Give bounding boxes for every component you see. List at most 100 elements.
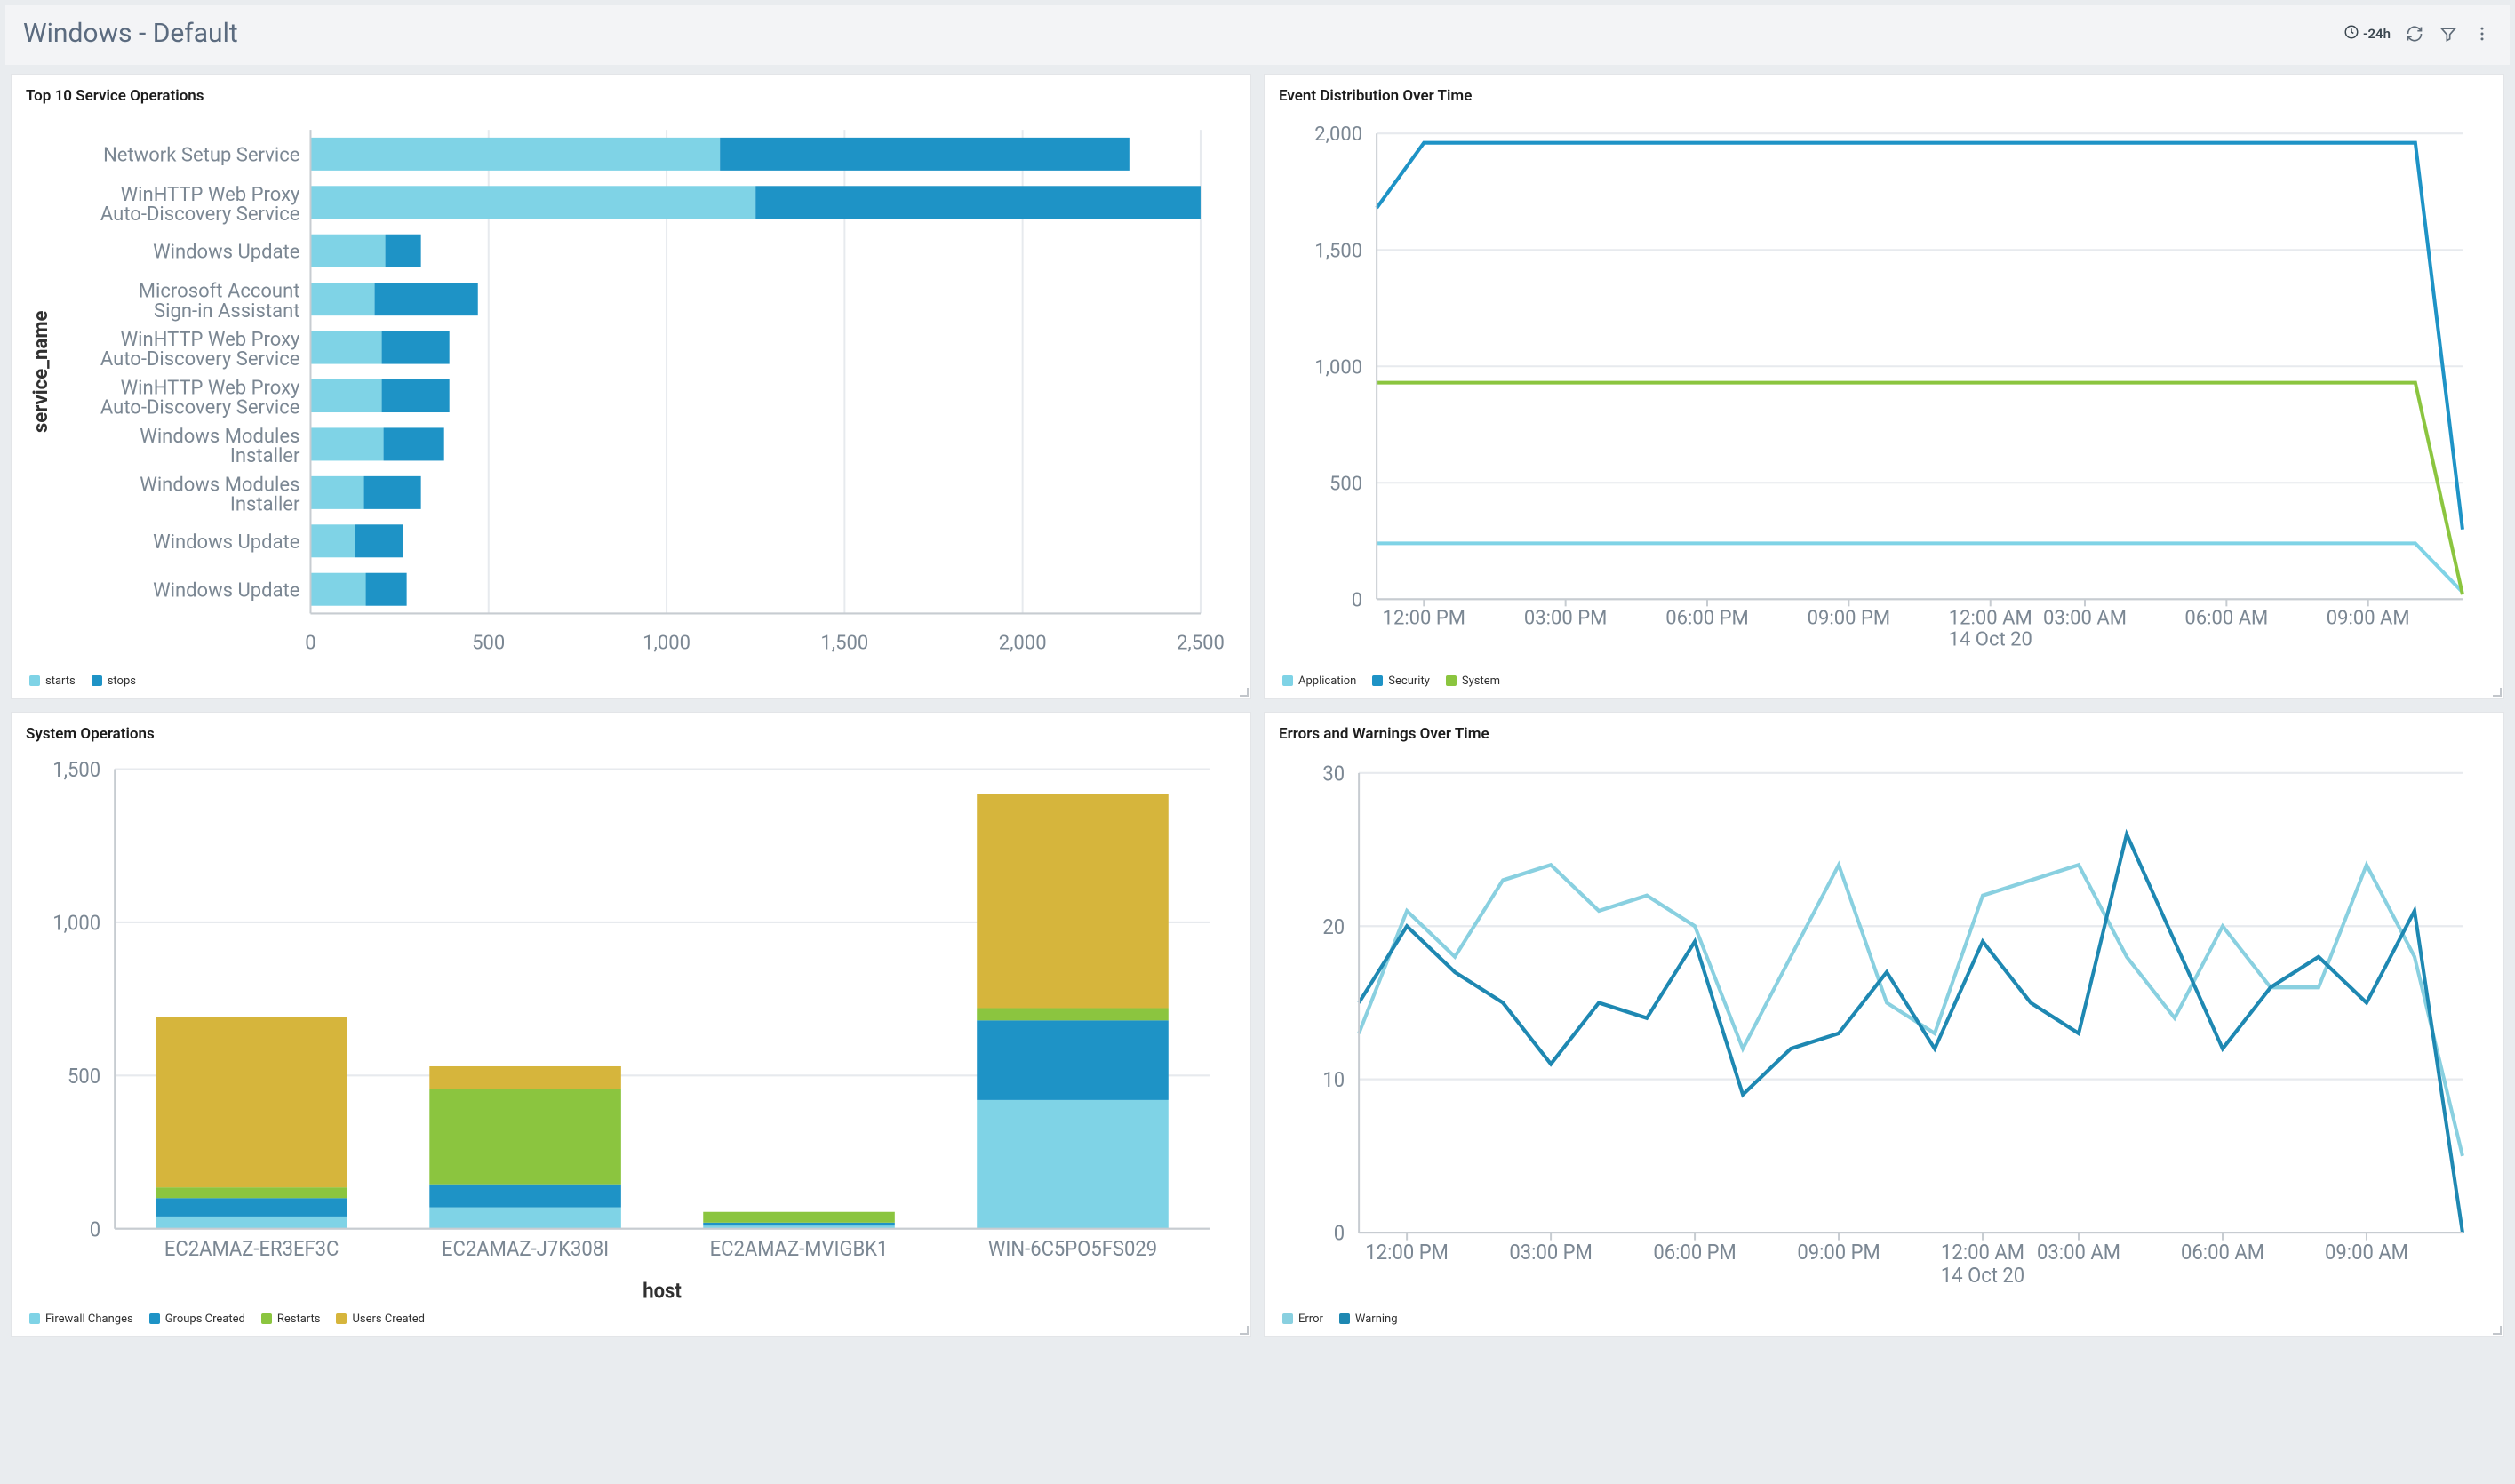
svg-text:03:00 PM: 03:00 PM bbox=[1524, 606, 1607, 629]
svg-text:03:00 AM: 03:00 AM bbox=[2037, 1240, 2120, 1265]
svg-text:Network Setup Service: Network Setup Service bbox=[103, 143, 299, 166]
legend-top-services: starts stops bbox=[26, 667, 1236, 690]
svg-text:500: 500 bbox=[68, 1064, 100, 1089]
svg-text:06:00 AM: 06:00 AM bbox=[2181, 1240, 2264, 1265]
svg-text:Auto-Discovery Service: Auto-Discovery Service bbox=[100, 396, 300, 419]
page-title: Windows - Default bbox=[23, 18, 238, 49]
resize-handle-icon[interactable] bbox=[1240, 688, 1249, 697]
clock-icon bbox=[2343, 24, 2359, 44]
resize-handle-icon[interactable] bbox=[2493, 688, 2502, 697]
swatch-icon bbox=[1339, 1313, 1350, 1324]
svg-text:500: 500 bbox=[472, 632, 505, 655]
panel-top-service-operations: Top 10 Service Operations service_name 0 5… bbox=[11, 74, 1251, 699]
svg-text:09:00 PM: 09:00 PM bbox=[1808, 606, 1890, 629]
svg-text:06:00 PM: 06:00 PM bbox=[1653, 1240, 1736, 1265]
more-menu-button[interactable] bbox=[2472, 24, 2492, 44]
svg-text:WIN-6C5PO5FS029: WIN-6C5PO5FS029 bbox=[988, 1236, 1157, 1261]
header-actions: -24h bbox=[2343, 24, 2492, 44]
svg-text:2,000: 2,000 bbox=[1314, 123, 1362, 146]
svg-text:12:00 PM: 12:00 PM bbox=[1383, 606, 1465, 629]
legend-sys-ops: Firewall Changes Groups Created Restarts… bbox=[26, 1305, 1236, 1328]
swatch-icon bbox=[1282, 675, 1293, 686]
legend-err-warn: Error Warning bbox=[1279, 1305, 2489, 1328]
swatch-icon bbox=[1282, 1313, 1293, 1324]
svg-text:2,000: 2,000 bbox=[999, 632, 1047, 655]
legend-item[interactable]: Restarts bbox=[261, 1312, 321, 1326]
svg-text:500: 500 bbox=[1329, 472, 1362, 495]
svg-text:Windows Update: Windows Update bbox=[153, 531, 299, 554]
chart-event-dist[interactable]: 0 500 1,000 1,500 2,000 12:00 PM 03:00 PM 06:00… bbox=[1279, 112, 2489, 667]
svg-text:14 Oct 20: 14 Oct 20 bbox=[1949, 628, 2032, 651]
legend-item[interactable]: Groups Created bbox=[149, 1312, 245, 1326]
legend-item[interactable]: Warning bbox=[1339, 1312, 1398, 1326]
svg-text:0: 0 bbox=[1334, 1221, 1345, 1246]
panel-title: System Operations bbox=[26, 725, 1236, 743]
svg-text:Windows Update: Windows Update bbox=[153, 578, 299, 602]
svg-text:30: 30 bbox=[1322, 762, 1345, 786]
svg-text:0: 0 bbox=[1352, 588, 1362, 611]
time-range-label: -24h bbox=[2363, 26, 2391, 42]
swatch-icon bbox=[29, 675, 40, 686]
legend-item[interactable]: Users Created bbox=[336, 1312, 425, 1326]
legend-item[interactable]: Error bbox=[1282, 1312, 1323, 1326]
svg-text:Windows Update: Windows Update bbox=[153, 240, 299, 263]
dashboard-header: Windows - Default -24h bbox=[5, 5, 2510, 65]
legend-item[interactable]: Security bbox=[1372, 674, 1430, 688]
swatch-icon bbox=[1372, 675, 1383, 686]
legend-item[interactable]: Application bbox=[1282, 674, 1356, 688]
panel-event-distribution: Event Distribution Over Time 0 500 1,000 1,… bbox=[1264, 74, 2504, 699]
svg-text:12:00 PM: 12:00 PM bbox=[1365, 1240, 1448, 1265]
svg-text:service_name: service_name bbox=[29, 310, 52, 433]
panel-title: Event Distribution Over Time bbox=[1279, 87, 2489, 105]
svg-text:host: host bbox=[643, 1278, 682, 1303]
chart-err-warn[interactable]: 0 10 20 30 12:00 PM 03:00 PM 06:00 PM 09:00 PM 1… bbox=[1279, 750, 2489, 1305]
svg-text:1,000: 1,000 bbox=[1314, 355, 1362, 379]
filter-button[interactable] bbox=[2439, 24, 2458, 44]
svg-text:20: 20 bbox=[1322, 914, 1345, 939]
svg-text:0: 0 bbox=[90, 1217, 100, 1241]
svg-text:12:00 AM: 12:00 AM bbox=[1941, 1240, 2024, 1265]
legend-item[interactable]: stops bbox=[92, 674, 136, 688]
svg-text:09:00 AM: 09:00 AM bbox=[2327, 606, 2410, 629]
panel-title: Top 10 Service Operations bbox=[26, 87, 1236, 105]
panel-system-operations: System Operations 0 500 1,000 1,500 EC2AMAZ-… bbox=[11, 712, 1251, 1337]
svg-text:03:00 AM: 03:00 AM bbox=[2043, 606, 2127, 629]
legend-item[interactable]: System bbox=[1446, 674, 1500, 688]
svg-text:1,500: 1,500 bbox=[52, 757, 100, 782]
svg-text:1,000: 1,000 bbox=[643, 632, 691, 655]
svg-text:Auto-Discovery Service: Auto-Discovery Service bbox=[100, 347, 300, 371]
panel-errors-warnings: Errors and Warnings Over Time 0 10 20 30 12:… bbox=[1264, 712, 2504, 1337]
svg-text:09:00 AM: 09:00 AM bbox=[2325, 1240, 2408, 1265]
swatch-icon bbox=[336, 1313, 347, 1324]
svg-text:10: 10 bbox=[1322, 1067, 1345, 1092]
svg-text:Installer: Installer bbox=[230, 492, 300, 515]
legend-item[interactable]: starts bbox=[29, 674, 76, 688]
svg-text:Installer: Installer bbox=[230, 444, 300, 467]
svg-text:2,500: 2,500 bbox=[1177, 632, 1225, 655]
panel-title: Errors and Warnings Over Time bbox=[1279, 725, 2489, 743]
chart-top-services[interactable]: service_name 0 500 1,000 1,500 2,000 2,500 Netw… bbox=[26, 112, 1236, 667]
svg-text:06:00 PM: 06:00 PM bbox=[1665, 606, 1748, 629]
svg-text:1,500: 1,500 bbox=[1314, 239, 1362, 262]
svg-text:1,500: 1,500 bbox=[820, 632, 868, 655]
resize-handle-icon[interactable] bbox=[1240, 1326, 1249, 1335]
svg-text:EC2AMAZ-MVIGBK1: EC2AMAZ-MVIGBK1 bbox=[710, 1236, 889, 1261]
legend-event-dist: Application Security System bbox=[1279, 667, 2489, 690]
resize-handle-icon[interactable] bbox=[2493, 1326, 2502, 1335]
time-range-selector[interactable]: -24h bbox=[2343, 24, 2391, 44]
svg-text:EC2AMAZ-J7K308I: EC2AMAZ-J7K308I bbox=[442, 1236, 609, 1261]
svg-text:03:00 PM: 03:00 PM bbox=[1509, 1240, 1592, 1265]
swatch-icon bbox=[29, 1313, 40, 1324]
svg-text:14 Oct 20: 14 Oct 20 bbox=[1941, 1263, 2024, 1288]
chart-sys-ops[interactable]: 0 500 1,000 1,500 EC2AMAZ-ER3EF3C EC2AMAZ-J7K… bbox=[26, 750, 1236, 1305]
svg-text:Sign-in Assistant: Sign-in Assistant bbox=[154, 299, 299, 323]
swatch-icon bbox=[149, 1313, 160, 1324]
svg-text:09:00 PM: 09:00 PM bbox=[1797, 1240, 1880, 1265]
svg-text:0: 0 bbox=[305, 632, 315, 655]
svg-text:12:00 AM: 12:00 AM bbox=[1949, 606, 2032, 629]
refresh-button[interactable] bbox=[2405, 24, 2424, 44]
svg-text:1,000: 1,000 bbox=[52, 911, 100, 936]
svg-text:EC2AMAZ-ER3EF3C: EC2AMAZ-ER3EF3C bbox=[164, 1236, 339, 1261]
swatch-icon bbox=[1446, 675, 1457, 686]
legend-item[interactable]: Firewall Changes bbox=[29, 1312, 133, 1326]
